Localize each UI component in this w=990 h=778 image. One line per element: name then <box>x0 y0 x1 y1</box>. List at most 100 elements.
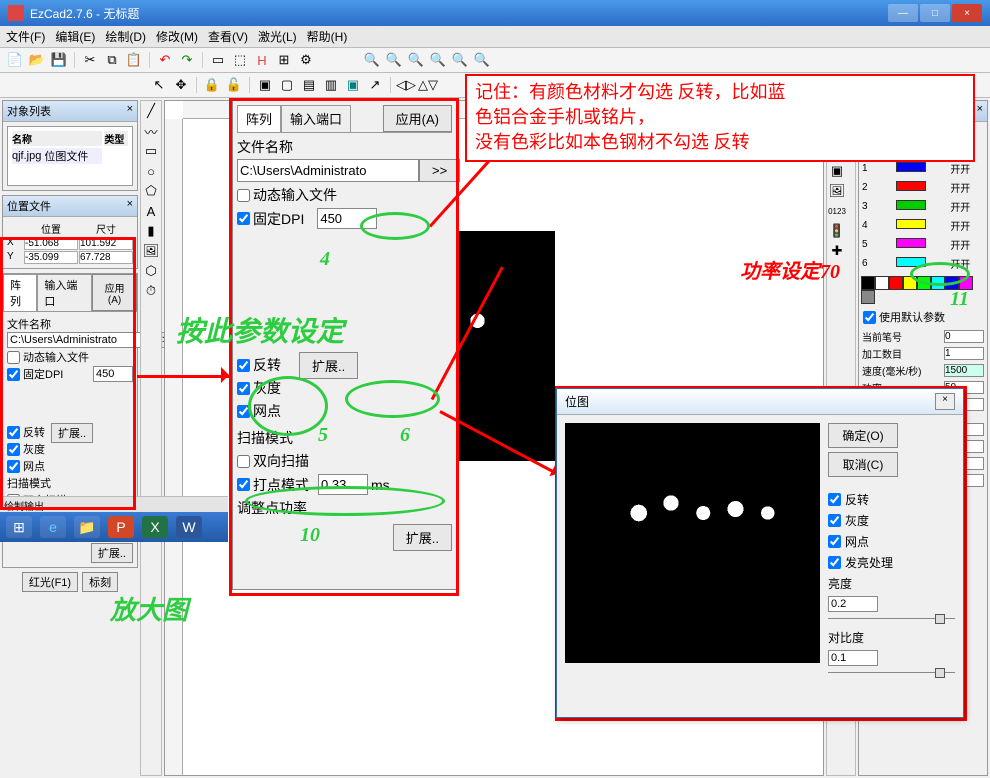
menu-draw[interactable]: 绘制(D) <box>105 28 146 45</box>
bidir-check-zoom[interactable] <box>237 455 250 468</box>
panel-close-icon[interactable]: × <box>127 103 133 119</box>
fixed-dpi-check-zoom[interactable] <box>237 212 250 225</box>
ie-icon[interactable]: e <box>40 516 66 538</box>
pen-input[interactable] <box>944 330 984 343</box>
ungroup-icon[interactable]: ▢ <box>278 76 296 94</box>
halftone-check-zoom[interactable] <box>237 405 250 418</box>
circle-icon[interactable]: ○ <box>142 162 160 180</box>
group-icon[interactable]: ▣ <box>256 76 274 94</box>
zoom-extents-icon[interactable]: 🔍 <box>473 51 491 69</box>
nums-icon[interactable]: 0123 <box>828 202 846 220</box>
cut-icon[interactable]: ✂ <box>81 51 99 69</box>
pen-row[interactable]: 4开开 <box>861 217 985 234</box>
cancel-button[interactable]: 取消(C) <box>828 452 898 477</box>
expand2-button-sm[interactable]: 扩展.. <box>91 543 133 563</box>
apply-button[interactable]: 应用(A) <box>92 274 137 311</box>
maximize-button[interactable]: □ <box>920 4 950 22</box>
distribute-icon[interactable]: ▥ <box>322 76 340 94</box>
ok-button[interactable]: 确定(O) <box>828 423 898 448</box>
save-icon[interactable]: 💾 <box>50 51 68 69</box>
selection-icon[interactable]: ▣ <box>344 76 362 94</box>
swatch[interactable] <box>875 276 889 290</box>
paste-icon[interactable]: 📋 <box>125 51 143 69</box>
dialog-close-icon[interactable]: × <box>935 393 955 410</box>
text-icon[interactable]: A <box>142 202 160 220</box>
file-path-input[interactable] <box>7 332 155 348</box>
tab-array[interactable]: 阵列 <box>3 274 37 311</box>
pick-icon[interactable]: ⬚ <box>231 51 249 69</box>
start-icon[interactable]: ⊞ <box>6 516 32 538</box>
minimize-button[interactable]: — <box>888 4 918 22</box>
zoom-all-icon[interactable]: 🔍 <box>429 51 447 69</box>
swatch[interactable] <box>861 290 875 304</box>
gear-icon[interactable]: ⚙ <box>297 51 315 69</box>
rect-icon[interactable]: ▭ <box>142 142 160 160</box>
polygon-icon[interactable]: ⬠ <box>142 182 160 200</box>
menu-laser[interactable]: 激光(L) <box>258 28 297 45</box>
swatch[interactable] <box>931 276 945 290</box>
invert-check-zoom[interactable] <box>237 359 250 372</box>
contrast-input[interactable] <box>828 650 878 666</box>
dlg-gray-check[interactable] <box>828 514 841 527</box>
explorer-icon[interactable]: 📁 <box>74 516 100 538</box>
pen-row[interactable]: 5开开 <box>861 236 985 253</box>
hatch-icon[interactable]: H <box>253 51 271 69</box>
traffic-icon[interactable]: 🚦 <box>828 222 846 240</box>
x-size-input[interactable] <box>79 237 133 250</box>
swatch[interactable] <box>889 276 903 290</box>
dlg-brighten-check[interactable] <box>828 556 841 569</box>
halftone-check-sm[interactable] <box>7 460 20 473</box>
count-input[interactable] <box>944 347 984 360</box>
new-icon[interactable]: 📄 <box>6 51 24 69</box>
panel-close-icon[interactable]: × <box>127 198 133 214</box>
tab-array-zoom[interactable]: 阵列 <box>237 105 281 132</box>
barcode-icon[interactable]: ▮ <box>142 222 160 240</box>
pen-row[interactable]: 1开开 <box>861 160 985 177</box>
timer-icon[interactable]: ⏱ <box>142 282 160 300</box>
image-icon[interactable]: 🖼 <box>142 242 160 260</box>
menu-help[interactable]: 帮助(H) <box>307 28 348 45</box>
dlg-halftone-check[interactable] <box>828 535 841 548</box>
y-pos-input[interactable] <box>24 251 78 264</box>
freehand-icon[interactable]: ↗ <box>366 76 384 94</box>
swatch[interactable] <box>917 276 931 290</box>
brightness-input[interactable] <box>828 596 878 612</box>
array-icon[interactable]: ⊞ <box>275 51 293 69</box>
y-size-input[interactable] <box>79 251 133 264</box>
dynamic-input-check[interactable] <box>7 351 20 364</box>
zoom-in-icon[interactable]: 🔍 <box>363 51 381 69</box>
menu-edit[interactable]: 编辑(E) <box>55 28 95 45</box>
excel-icon[interactable]: X <box>142 516 168 538</box>
unlock-icon[interactable]: 🔓 <box>225 76 243 94</box>
mirror-v-icon[interactable]: △▽ <box>419 76 437 94</box>
open-icon[interactable]: 📂 <box>28 51 46 69</box>
zoom-fit-icon[interactable]: 🔍 <box>451 51 469 69</box>
fixed-dpi-check[interactable] <box>7 368 20 381</box>
file-path-input-zoom[interactable] <box>237 159 419 182</box>
copy-icon[interactable]: ⧉ <box>103 51 121 69</box>
curve-icon[interactable]: 〰 <box>142 122 160 140</box>
menu-modify[interactable]: 修改(M) <box>156 28 198 45</box>
tab-input-port-zoom[interactable]: 输入端口 <box>281 105 351 132</box>
mark-button[interactable]: 标刻 <box>82 572 118 592</box>
expand2-button-zoom[interactable]: 扩展.. <box>393 524 452 551</box>
pen-row[interactable]: 2开开 <box>861 179 985 196</box>
object-list-item[interactable]: qjf.jpg 位图文件 <box>12 148 102 164</box>
powerpoint-icon[interactable]: P <box>108 516 134 538</box>
expand-button-zoom[interactable]: 扩展.. <box>299 352 358 379</box>
tab-input-port[interactable]: 输入端口 <box>37 274 92 311</box>
dpi-input-zoom[interactable] <box>317 208 377 229</box>
gray-check-sm[interactable] <box>7 443 20 456</box>
zoom-out-icon[interactable]: 🔍 <box>385 51 403 69</box>
pen-row[interactable]: 3开开 <box>861 198 985 215</box>
handle-icon[interactable]: ✥ <box>172 76 190 94</box>
dot-val-zoom[interactable] <box>318 474 368 495</box>
gray-check-zoom[interactable] <box>237 382 250 395</box>
vector-icon[interactable]: ⬡ <box>142 262 160 280</box>
zoom-window-icon[interactable]: 🔍 <box>407 51 425 69</box>
mirror-h-icon[interactable]: ◁▷ <box>397 76 415 94</box>
dpi-input[interactable] <box>93 366 133 382</box>
line-icon[interactable]: ╱ <box>142 102 160 120</box>
x-pos-input[interactable] <box>24 237 78 250</box>
swatch[interactable] <box>861 276 875 290</box>
